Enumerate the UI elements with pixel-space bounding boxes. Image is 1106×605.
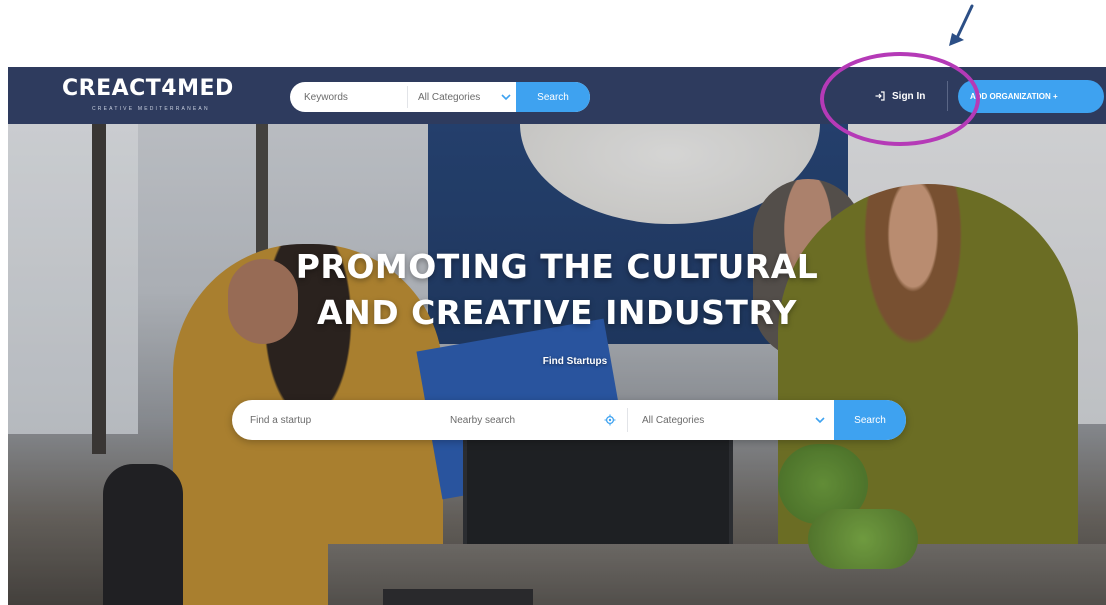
location-icon[interactable]: [604, 414, 616, 426]
startup-search-button[interactable]: Search: [834, 400, 906, 440]
nearby-search-input[interactable]: [442, 400, 602, 440]
hero-subtitle: Find Startups: [542, 356, 608, 367]
startup-search-bar: All Categories Search: [232, 400, 906, 440]
logo-tagline: CREATIVE MEDITERRANEAN: [92, 106, 210, 112]
header-category-select[interactable]: All Categories: [408, 82, 518, 112]
screenshot: CREACT4MED CREATIVE MEDITERRANEAN All Ca…: [0, 0, 1106, 605]
startup-search-input[interactable]: [232, 400, 427, 440]
hero-title-line: AND CREATIVE INDUSTRY: [317, 293, 797, 332]
site-logo[interactable]: CREACT4MED CREATIVE MEDITERRANEAN: [62, 76, 252, 116]
hero-title: PROMOTING THE CULTURAL AND CREATIVE INDU…: [8, 244, 1106, 336]
header-search-bar: All Categories Search: [290, 82, 590, 112]
chevron-down-icon: [501, 94, 511, 101]
header-category-label: All Categories: [418, 91, 481, 103]
annotation-arrow-icon: [949, 4, 974, 46]
annotation-highlight-circle: [820, 52, 980, 146]
add-organization-label: ADD ORGANIZATION +: [970, 92, 1058, 101]
startup-category-select[interactable]: All Categories: [628, 400, 828, 440]
chevron-down-icon: [815, 417, 825, 424]
header-search-button[interactable]: Search: [516, 82, 590, 112]
startup-category-label: All Categories: [642, 414, 705, 426]
hero-title-line: PROMOTING THE CULTURAL: [295, 247, 819, 286]
website: CREACT4MED CREATIVE MEDITERRANEAN All Ca…: [8, 67, 1106, 605]
logo-text: CREACT4MED: [62, 76, 234, 101]
header-keywords-input[interactable]: [290, 82, 407, 112]
